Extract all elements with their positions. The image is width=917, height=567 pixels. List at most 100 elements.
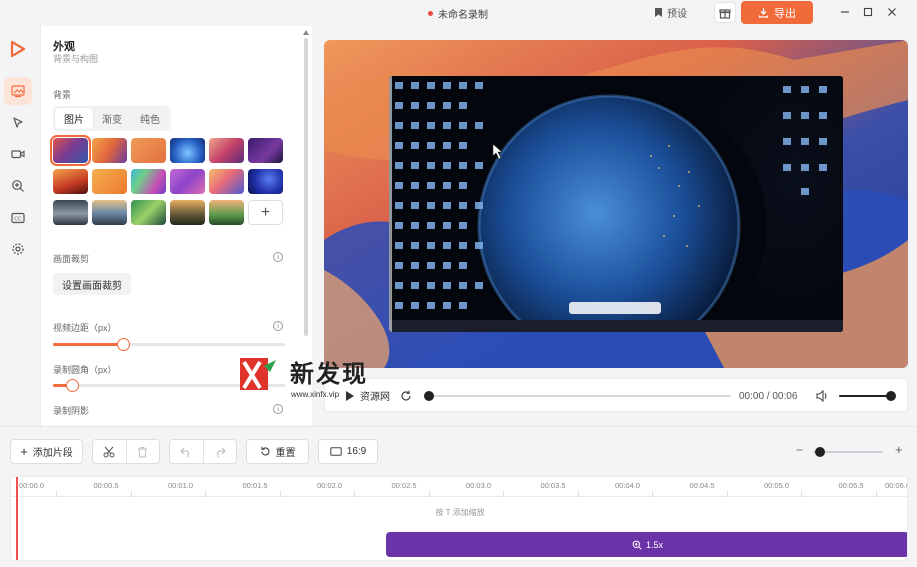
gift-icon bbox=[719, 8, 731, 19]
minimize-button[interactable] bbox=[834, 3, 856, 21]
wallpaper-thumb[interactable] bbox=[170, 169, 205, 194]
watermark-logo-icon bbox=[240, 358, 276, 390]
watermark-brand: 新发现 bbox=[290, 359, 368, 388]
redo-button[interactable] bbox=[203, 447, 236, 457]
wallpaper-grid: + bbox=[50, 135, 287, 225]
wallpaper-thumb[interactable] bbox=[209, 200, 244, 225]
volume-slider-knob[interactable] bbox=[886, 391, 896, 401]
wallpaper-thumb[interactable] bbox=[92, 138, 127, 163]
rail-appearance[interactable] bbox=[4, 77, 32, 105]
camera-icon bbox=[11, 150, 25, 159]
rail-cursor[interactable] bbox=[4, 109, 32, 137]
wallpaper-thumb[interactable] bbox=[50, 135, 91, 166]
timeline-tick-label: 00:01.0 bbox=[168, 481, 194, 490]
rail-settings[interactable] bbox=[4, 235, 32, 263]
app-window: 未命名录制 预设 导出 CC 外观 背景与构图 背景 图片 渐变 纯色 + 画面… bbox=[0, 0, 917, 567]
cut-delete-group bbox=[92, 439, 160, 464]
volume-icon[interactable] bbox=[816, 390, 829, 402]
wallpaper-thumb[interactable] bbox=[131, 169, 166, 194]
volume-slider[interactable] bbox=[839, 391, 896, 401]
wallpaper-thumb[interactable] bbox=[248, 138, 283, 163]
watermark-url: www.xinfx.vip bbox=[291, 390, 340, 399]
timeline-zoom-slider[interactable] bbox=[813, 447, 883, 457]
delete-button[interactable] bbox=[126, 446, 159, 458]
timeline-ruler[interactable]: 00:00.0 00:00.5 00:01.0 00:01.5 00:02.0 00:02… bbox=[11, 477, 907, 497]
wallpaper-thumb[interactable] bbox=[131, 200, 166, 225]
add-wallpaper-button[interactable]: + bbox=[248, 200, 283, 225]
panel-scrollbar[interactable] bbox=[303, 30, 309, 336]
preset-button[interactable]: 预设 bbox=[654, 4, 687, 21]
wallpaper-thumb[interactable] bbox=[53, 200, 88, 225]
undo-button[interactable] bbox=[170, 447, 203, 457]
captions-icon: CC bbox=[11, 212, 25, 224]
plus-icon: + bbox=[260, 203, 271, 221]
panel-subtitle: 背景与构图 bbox=[53, 54, 99, 64]
padding-slider[interactable] bbox=[53, 338, 285, 351]
padding-slider-knob[interactable] bbox=[116, 338, 130, 351]
timeline-tick-mark bbox=[279, 491, 281, 497]
zoom-segment[interactable]: 1.5x bbox=[386, 532, 907, 557]
wallpaper-thumb[interactable] bbox=[209, 138, 244, 163]
aspect-ratio-label: 16:9 bbox=[346, 446, 367, 457]
timeline-tick-mark bbox=[801, 491, 803, 497]
timeline-tick-label: 00:00.0 bbox=[19, 481, 45, 490]
wallpaper-thumb[interactable] bbox=[209, 169, 244, 194]
padding-info-icon[interactable]: i bbox=[273, 321, 283, 331]
reset-button[interactable]: 重置 bbox=[246, 439, 309, 464]
playhead[interactable] bbox=[16, 477, 18, 560]
wallpaper-thumb[interactable] bbox=[248, 169, 283, 194]
wallpaper-thumb[interactable] bbox=[170, 200, 205, 225]
tab-solid[interactable]: 纯色 bbox=[131, 108, 169, 129]
redo-icon bbox=[216, 447, 226, 457]
timeline-tick-mark bbox=[875, 491, 877, 497]
gift-button[interactable] bbox=[714, 2, 736, 23]
edit-toolbar: + 添加片段 重置 16:9 − + bbox=[0, 426, 917, 476]
radius-slider-knob[interactable] bbox=[65, 379, 79, 392]
timeline[interactable]: 00:00.0 00:00.5 00:01.0 00:01.5 00:02.0 00:02… bbox=[10, 476, 908, 561]
timeline-zoom-knob[interactable] bbox=[815, 447, 825, 457]
close-button[interactable] bbox=[881, 3, 903, 21]
rail-camera[interactable] bbox=[4, 140, 32, 168]
maximize-button[interactable] bbox=[857, 3, 879, 21]
wallpaper-thumb[interactable] bbox=[53, 169, 88, 194]
wallpaper-thumb[interactable] bbox=[170, 138, 205, 163]
app-logo-icon bbox=[10, 40, 26, 58]
timeline-tick-label: 00:04.5 bbox=[689, 481, 715, 490]
wallpaper-thumb[interactable] bbox=[92, 169, 127, 194]
export-label: 导出 bbox=[774, 7, 796, 20]
rail-zoom[interactable] bbox=[4, 172, 32, 200]
wallpaper-thumb[interactable] bbox=[92, 200, 127, 225]
export-icon bbox=[758, 8, 769, 18]
playback-progress-knob[interactable] bbox=[424, 391, 434, 401]
zoom-icon bbox=[632, 540, 642, 550]
zoom-in-icon bbox=[12, 180, 24, 192]
wallpaper-thumb[interactable] bbox=[131, 138, 166, 163]
aspect-ratio-button[interactable]: 16:9 bbox=[318, 439, 378, 464]
gear-icon bbox=[12, 243, 24, 255]
export-button[interactable]: 导出 bbox=[741, 1, 813, 24]
timeline-tick-label: 00:00.5 bbox=[93, 481, 119, 490]
timeline-tick-mark bbox=[503, 491, 505, 497]
zoom-track-hint: 按 T 添加缩放 bbox=[435, 508, 485, 517]
tab-gradient[interactable]: 渐变 bbox=[93, 108, 131, 129]
timeline-zoom-in-icon[interactable]: + bbox=[895, 442, 903, 457]
recorded-desktop-frame bbox=[389, 76, 843, 332]
maximize-icon bbox=[863, 7, 873, 17]
title-bar: 未命名录制 预设 导出 bbox=[0, 0, 917, 26]
timeline-tick-mark bbox=[205, 491, 207, 497]
shadow-info-icon[interactable]: i bbox=[273, 404, 283, 414]
background-label: 背景 bbox=[53, 90, 72, 100]
tab-image[interactable]: 图片 bbox=[55, 108, 93, 129]
timeline-tick-label: 00:03.5 bbox=[540, 481, 566, 490]
crop-info-icon[interactable]: i bbox=[273, 252, 283, 262]
rail-captions[interactable]: CC bbox=[4, 204, 32, 232]
radius-label: 录制圆角（px） bbox=[53, 365, 117, 375]
window-title-text: 未命名录制 bbox=[438, 10, 488, 21]
timeline-zoom-out-icon[interactable]: − bbox=[796, 443, 803, 457]
cut-button[interactable] bbox=[93, 446, 126, 458]
playback-progress[interactable] bbox=[424, 391, 731, 401]
set-crop-button[interactable]: 设置画面裁剪 bbox=[53, 273, 131, 295]
add-segment-button[interactable]: + 添加片段 bbox=[10, 439, 83, 464]
scrollbar-thumb[interactable] bbox=[304, 38, 308, 336]
padding-label: 视频边距（px） bbox=[53, 323, 117, 333]
